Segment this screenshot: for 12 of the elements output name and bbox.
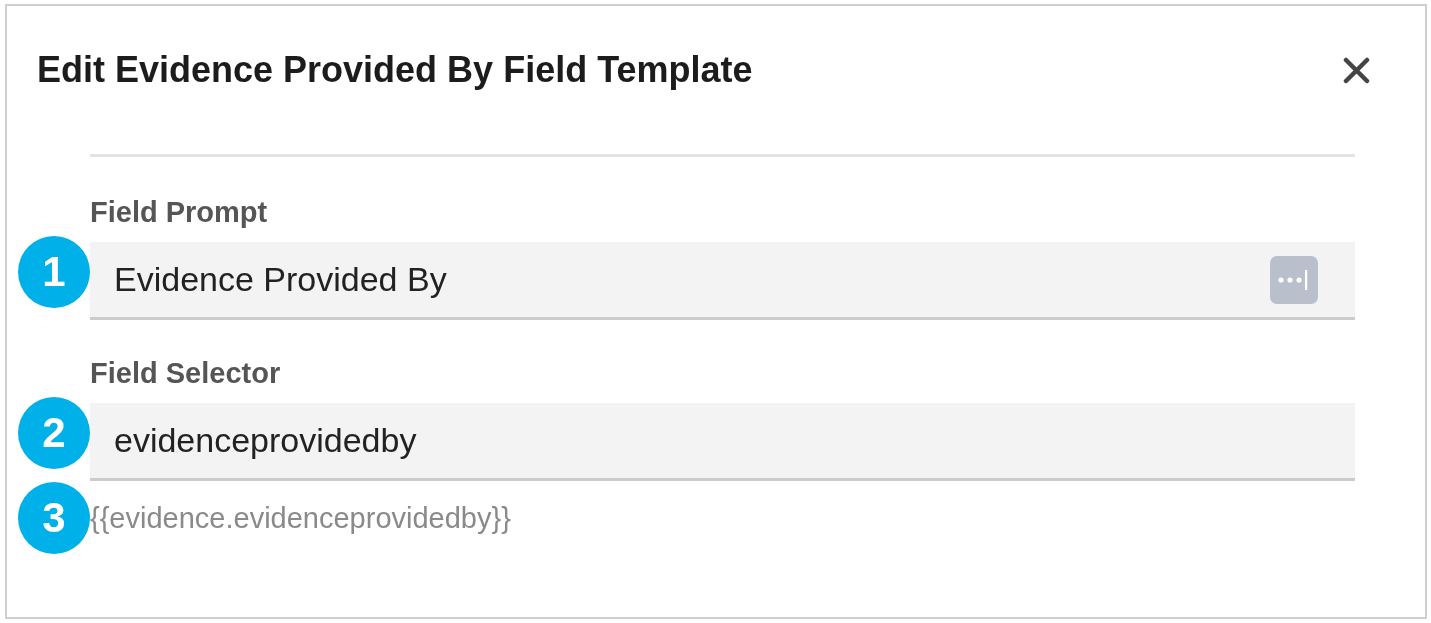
close-icon (1343, 56, 1370, 84)
ellipsis-icon (1270, 255, 1318, 304)
callout-marker: 3 (18, 482, 90, 554)
input-field[interactable]: Evidence Provided By (90, 242, 1355, 320)
field-label: Field Prompt (90, 196, 269, 228)
dialog-title: Edit Evidence Provided By Field Template (37, 50, 753, 90)
template-hint: {{evidence.evidenceprovidedby}} (90, 501, 511, 535)
callout-marker: 1 (18, 236, 90, 308)
input-field[interactable]: evidenceprovidedby (90, 403, 1355, 481)
callout-marker: 2 (18, 397, 90, 469)
close-button[interactable] (1343, 56, 1370, 84)
field-label: Field Selector (90, 357, 282, 389)
